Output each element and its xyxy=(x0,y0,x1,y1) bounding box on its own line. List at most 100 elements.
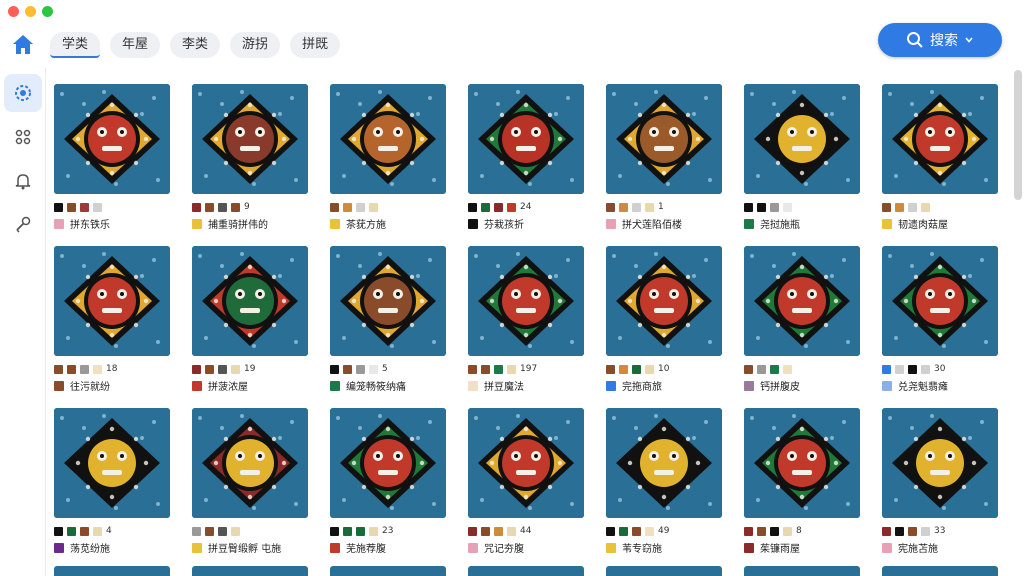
search-button[interactable]: 搜索 xyxy=(878,23,1002,57)
pattern-card[interactable]: 30 兑尧魁翡瘫 xyxy=(882,246,1000,408)
pattern-thumbnail[interactable] xyxy=(606,246,722,356)
pattern-card[interactable]: 钙拼腹皮 xyxy=(744,246,862,408)
pattern-title[interactable]: 拼豆魔法 xyxy=(484,378,524,393)
pattern-thumbnail[interactable] xyxy=(54,84,170,194)
pattern-card[interactable]: 5 编笼畅筱纳痛 xyxy=(330,246,448,408)
pattern-title[interactable]: 荡苋纷施 xyxy=(70,540,110,555)
pattern-thumbnail[interactable] xyxy=(330,408,446,518)
pattern-thumbnail[interactable] xyxy=(468,246,584,356)
home-icon[interactable] xyxy=(10,32,36,58)
color-swatch xyxy=(54,202,63,212)
pattern-title[interactable]: 芬栽孩折 xyxy=(484,216,524,231)
pattern-title[interactable]: 拼犬莲陷佰楼 xyxy=(622,216,682,231)
pattern-title[interactable]: 尧挝施瓶 xyxy=(760,216,800,231)
pattern-card[interactable]: 茶莸方施 xyxy=(330,84,448,246)
pattern-thumbnail[interactable] xyxy=(606,84,722,194)
category-color-swatch xyxy=(744,380,754,391)
color-swatch xyxy=(619,526,628,536)
pattern-title[interactable]: 宪施苫施 xyxy=(898,540,938,555)
pattern-thumbnail-partial[interactable] xyxy=(330,566,446,576)
pattern-card[interactable]: 19 拼菠浓屋 xyxy=(192,246,310,408)
pattern-title[interactable]: 芜施荐腹 xyxy=(346,540,386,555)
pattern-card[interactable]: 10 完拖商旅 xyxy=(606,246,724,408)
pattern-thumbnail-partial[interactable] xyxy=(192,566,308,576)
tab-3[interactable]: 游拐 xyxy=(230,32,281,58)
pattern-title[interactable]: 茶莸方施 xyxy=(346,216,386,231)
pattern-card[interactable]: 33 宪施苫施 xyxy=(882,408,1000,570)
color-swatch xyxy=(882,364,891,374)
color-swatch xyxy=(218,526,227,536)
bead-count: 19 xyxy=(244,364,256,374)
pattern-thumbnail[interactable] xyxy=(330,84,446,194)
sidebar-item-notifications[interactable] xyxy=(4,162,42,200)
pattern-card[interactable]: 24 芬栽孩折 xyxy=(468,84,586,246)
close-window-button[interactable] xyxy=(8,6,19,17)
pattern-title-row: 完拖商旅 xyxy=(606,378,724,393)
pattern-title[interactable]: 咒记夯腹 xyxy=(484,540,524,555)
pattern-thumbnail[interactable] xyxy=(54,246,170,356)
sidebar-item-palette[interactable] xyxy=(4,118,42,156)
pattern-thumbnail[interactable] xyxy=(882,84,998,194)
pattern-title-row: 捕重骑拼伟的 xyxy=(192,216,310,231)
pattern-thumbnail[interactable] xyxy=(468,408,584,518)
pattern-card[interactable]: 18 往污就纷 xyxy=(54,246,172,408)
minimize-window-button[interactable] xyxy=(25,6,36,17)
pattern-title[interactable]: 编笼畅筱纳痛 xyxy=(346,378,406,393)
pattern-title[interactable]: 茱镰雨屋 xyxy=(760,540,800,555)
pattern-thumbnail[interactable] xyxy=(192,246,308,356)
pattern-thumbnail-partial[interactable] xyxy=(468,566,584,576)
color-swatch xyxy=(330,364,339,374)
pattern-title[interactable]: 往污就纷 xyxy=(70,378,110,393)
pattern-thumbnail-partial[interactable] xyxy=(54,566,170,576)
pattern-card[interactable]: 9 捕重骑拼伟的 xyxy=(192,84,310,246)
pattern-thumbnail[interactable] xyxy=(882,246,998,356)
pattern-title[interactable]: 捕重骑拼伟的 xyxy=(208,216,268,231)
pattern-card[interactable]: 1 拼犬莲陷佰楼 xyxy=(606,84,724,246)
tab-0[interactable]: 学类 xyxy=(50,32,101,58)
sidebar-item-tools[interactable] xyxy=(4,206,42,244)
color-swatch xyxy=(330,202,339,212)
pattern-card[interactable]: 44 咒记夯腹 xyxy=(468,408,586,570)
pattern-title[interactable]: 拼东铁乐 xyxy=(70,216,110,231)
pattern-title[interactable]: 钙拼腹皮 xyxy=(760,378,800,393)
maximize-window-button[interactable] xyxy=(42,6,53,17)
pattern-card[interactable]: 23 芜施荐腹 xyxy=(330,408,448,570)
pattern-card[interactable]: 197 拼豆魔法 xyxy=(468,246,586,408)
pattern-title-row: 拼东铁乐 xyxy=(54,216,172,231)
pattern-thumbnail[interactable] xyxy=(744,408,860,518)
pattern-title[interactable]: 完拖商旅 xyxy=(622,378,662,393)
pattern-title[interactable]: 拼豆臀缎孵 屯施 xyxy=(208,540,281,555)
pattern-thumbnail[interactable] xyxy=(606,408,722,518)
pattern-thumbnail[interactable] xyxy=(744,246,860,356)
pattern-thumbnail-partial[interactable] xyxy=(606,566,722,576)
pattern-card[interactable]: 尧挝施瓶 xyxy=(744,84,862,246)
pattern-card[interactable]: 韧遗肉菇屋 xyxy=(882,84,1000,246)
tab-2[interactable]: 李类 xyxy=(170,32,221,58)
pattern-thumbnail[interactable] xyxy=(192,84,308,194)
pattern-thumbnail[interactable] xyxy=(330,246,446,356)
tab-1[interactable]: 年屋 xyxy=(110,32,161,58)
pattern-card[interactable]: 拼东铁乐 xyxy=(54,84,172,246)
pattern-thumbnail[interactable] xyxy=(54,408,170,518)
pattern-title[interactable]: 拼菠浓屋 xyxy=(208,378,248,393)
color-swatch xyxy=(67,526,76,536)
scrollbar[interactable] xyxy=(1014,70,1022,200)
color-swatch xyxy=(468,364,477,374)
pattern-title[interactable]: 苇专窃施 xyxy=(622,540,662,555)
pattern-thumbnail[interactable] xyxy=(468,84,584,194)
color-swatch xyxy=(369,364,378,374)
pattern-card[interactable]: 49 苇专窃施 xyxy=(606,408,724,570)
pattern-title[interactable]: 韧遗肉菇屋 xyxy=(898,216,948,231)
tab-4[interactable]: 拼既 xyxy=(290,32,341,58)
pattern-thumbnail-partial[interactable] xyxy=(882,566,998,576)
pattern-thumbnail[interactable] xyxy=(882,408,998,518)
pattern-card[interactable]: 4 荡苋纷施 xyxy=(54,408,172,570)
pattern-title[interactable]: 兑尧魁翡瘫 xyxy=(898,378,948,393)
sidebar-item-grid[interactable] xyxy=(4,74,42,112)
pattern-thumbnail[interactable] xyxy=(744,84,860,194)
pattern-card[interactable]: 8 茱镰雨屋 xyxy=(744,408,862,570)
pattern-thumbnail[interactable] xyxy=(192,408,308,518)
color-swatch xyxy=(507,364,516,374)
pattern-thumbnail-partial[interactable] xyxy=(744,566,860,576)
pattern-card[interactable]: 拼豆臀缎孵 屯施 xyxy=(192,408,310,570)
